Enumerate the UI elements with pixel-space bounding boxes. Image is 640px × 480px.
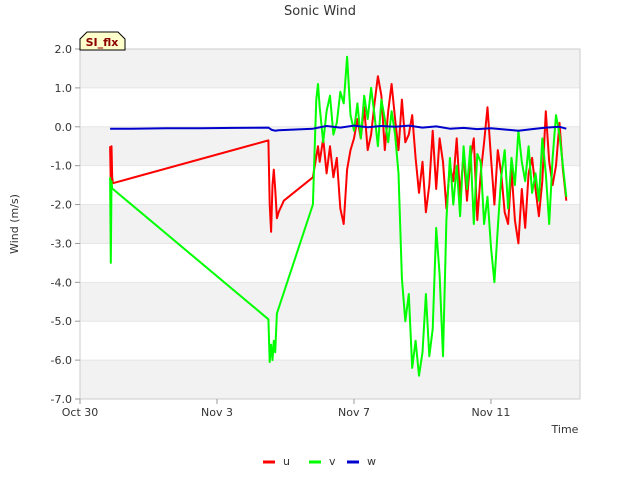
sonic-wind-chart: 2.0 1.0 0.0 -1.0 -2.0 -3.0 -4.0 -5.0 -6.0 -7.0 Oc… [8,4,581,468]
y-tick-label: -1.0 [51,160,72,173]
plot-band [80,360,580,399]
y-tick-label: -7.0 [51,393,72,406]
x-axis: Oct 30 Nov 3 Nov 7 Nov 11 [62,399,510,419]
legend-label-u: u [283,455,290,468]
badge-label: SI_flx [86,36,119,49]
y-tick-label: -4.0 [51,276,72,289]
chart-title: Sonic Wind [284,4,356,19]
legend: u v w [263,455,376,468]
y-axis: 2.0 1.0 0.0 -1.0 -2.0 -3.0 -4.0 -5.0 -6.0 -7.0 [51,43,80,406]
y-tick-label: 1.0 [55,82,73,95]
plot-band [80,282,580,322]
legend-label-v: v [329,455,336,468]
plot-band [80,49,580,88]
x-tick-label: Nov 3 [201,406,233,419]
y-axis-label: Wind (m/s) [8,194,21,254]
y-tick-label: -2.0 [51,199,72,212]
x-tick-label: Oct 30 [62,406,99,419]
y-tick-label: 2.0 [55,43,73,56]
station-badge: SI_flx [79,31,126,51]
x-tick-label: Nov 11 [471,406,510,419]
y-tick-label: -6.0 [51,354,72,367]
legend-label-w: w [367,455,376,468]
y-tick-label: 0.0 [55,121,73,134]
y-tick-label: -3.0 [51,237,72,250]
x-axis-label: Time [551,423,579,436]
x-tick-label: Nov 7 [338,406,370,419]
y-tick-label: -5.0 [51,315,72,328]
